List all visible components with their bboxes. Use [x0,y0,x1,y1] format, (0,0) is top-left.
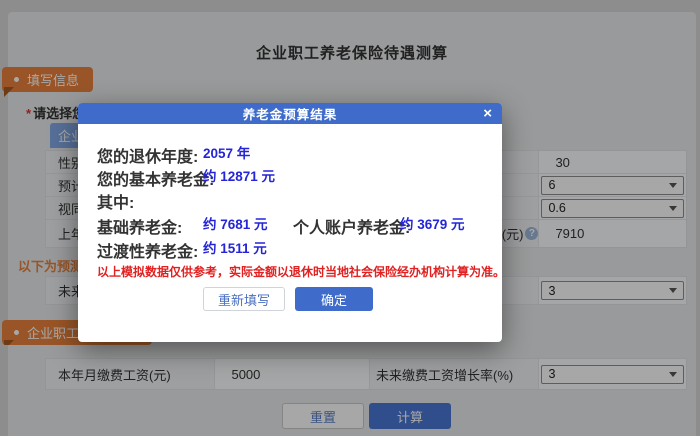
modal-title: 养老金预算结果 [242,108,338,122]
transitional-pension-label: 过渡性养老金: [97,244,199,261]
basic-pension-label: 您的基本养老金: [97,172,215,189]
among-label: 其中: [97,195,135,212]
close-icon[interactable]: × [483,103,492,124]
pension-calculator-screen: 企业职工养老保险待遇测算 填写信息 *请选择您的 企业 性别 30 预计退 6 [0,0,700,436]
base-pension-value: 约 7681 元 [203,217,268,232]
pension-result-modal: 养老金预算结果 × 您的退休年度: 2057 年 您的基本养老金: 约 1287… [78,103,506,342]
personal-account-label: 个人账户养老金: [293,220,411,237]
personal-account-value: 约 3679 元 [400,217,465,232]
transitional-pension-value: 约 1511 元 [203,241,267,256]
modal-header: 养老金预算结果 × [78,103,502,124]
retirement-year-value: 2057 年 [203,146,251,161]
retirement-year-label: 您的退休年度: [97,149,199,166]
refill-button[interactable]: 重新填写 [203,287,285,311]
base-pension-label: 基础养老金: [97,220,183,237]
confirm-button[interactable]: 确定 [295,287,373,311]
basic-pension-value: 约 12871 元 [203,169,276,184]
disclaimer-note: 以上模拟数据仅供参考，实际金额以退休时当地社会保险经办机构计算为准。 [97,265,506,279]
